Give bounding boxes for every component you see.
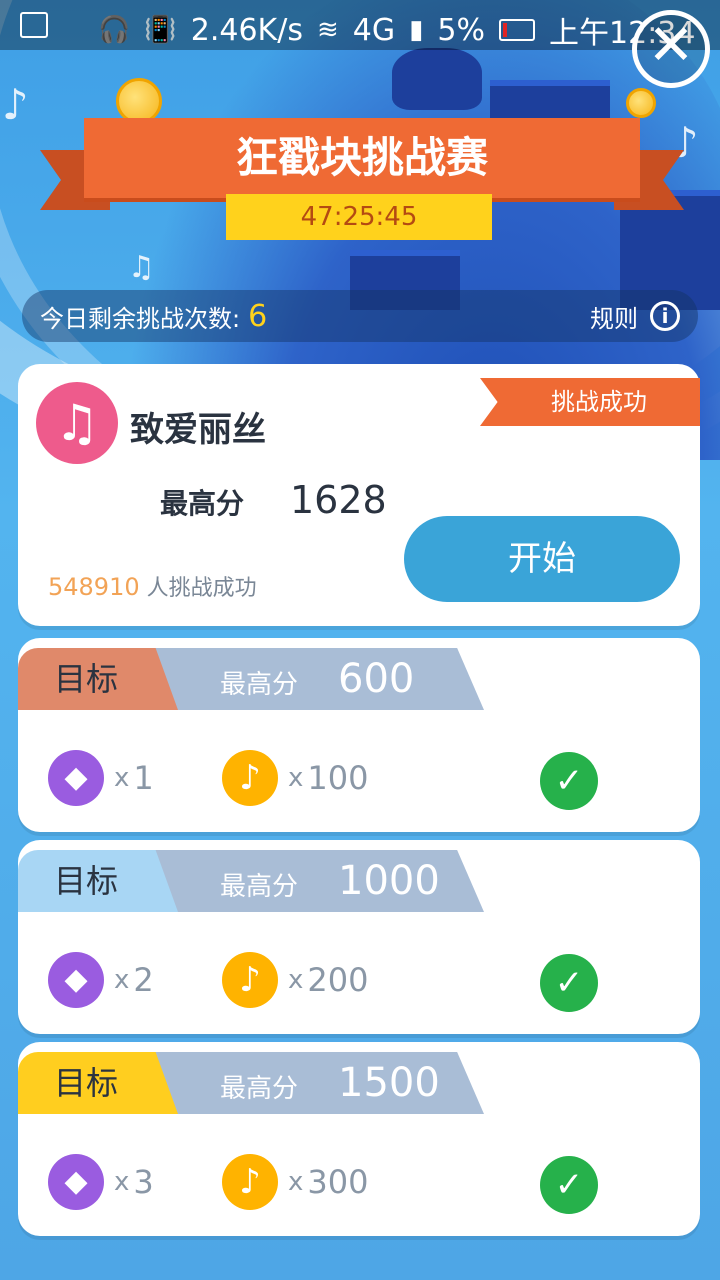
success-label: 人挑战成功 (146, 576, 257, 601)
check-icon: ✓ (540, 752, 598, 810)
network-type: 4G (352, 12, 396, 48)
gem-reward: ◆ x 3 (48, 1154, 154, 1210)
close-button[interactable]: ✕ (632, 10, 710, 88)
goal-card: 最高分 1500 目标 ◆ x 3 ♪ x 300 ✓ (18, 1042, 700, 1236)
vibrate-icon: 📳 (144, 15, 177, 45)
reward-multiplier: x (114, 763, 130, 793)
note-quantity: 300 (307, 1163, 369, 1201)
ninja-mascot-icon (392, 48, 482, 110)
song-card: ♫ 致爱丽丝 挑战成功 最高分 1628 开始 548910 人挑战成功 (18, 364, 700, 626)
goal-tag: 目标 (18, 850, 178, 912)
note-reward: ♪ x 100 (222, 750, 368, 806)
diamond-icon: ◆ (48, 952, 104, 1008)
headphones-icon: 🎧 (98, 15, 131, 45)
goal-score-value: 1000 (338, 858, 440, 904)
image-icon (20, 12, 48, 38)
diamond-icon: ◆ (48, 1154, 104, 1210)
goal-score-value: 1500 (338, 1060, 440, 1106)
reward-multiplier: x (114, 965, 130, 995)
goal-score-bar: 最高分 600 (148, 648, 484, 710)
music-note-coin-icon: ♪ (222, 750, 278, 806)
rules-button[interactable]: 规则 i (590, 299, 680, 334)
music-note-icon: ♫ (36, 382, 118, 464)
goal-score-label: 最高分 (220, 670, 299, 700)
attempts-bar: 今日剩余挑战次数: 6 规则 i (22, 290, 698, 342)
goal-score-value: 600 (338, 656, 415, 702)
status-bar: 🎧 📳 2.46K/s ≋ 4G ▮ 5% 上午12:34 (0, 0, 720, 52)
check-icon: ✓ (540, 1156, 598, 1214)
note-reward: ♪ x 300 (222, 1154, 368, 1210)
note-quantity: 100 (307, 759, 369, 797)
info-icon: i (650, 301, 680, 331)
success-count: 548910 (48, 573, 140, 601)
battery-percent: 5% (437, 12, 486, 48)
attempts-label: 今日剩余挑战次数: (40, 304, 241, 333)
goal-card: 最高分 600 目标 ◆ x 1 ♪ x 100 ✓ (18, 638, 700, 832)
coin-decoration-icon (626, 88, 656, 118)
countdown-timer: 47:25:45 (226, 194, 492, 240)
battery-icon (499, 19, 536, 41)
gem-quantity: 1 (133, 759, 154, 797)
goal-card: 最高分 1000 目标 ◆ x 2 ♪ x 200 ✓ (18, 840, 700, 1034)
reward-multiplier: x (114, 1167, 130, 1197)
start-button[interactable]: 开始 (404, 516, 680, 602)
attempts-count: 6 (248, 298, 268, 334)
goal-score-bar: 最高分 1000 (148, 850, 484, 912)
network-speed: 2.46K/s (190, 12, 303, 48)
signal-icon: ▮ (409, 15, 424, 45)
music-note-coin-icon: ♪ (222, 1154, 278, 1210)
diamond-icon: ◆ (48, 750, 104, 806)
note-quantity: 200 (307, 961, 369, 999)
success-count-text: 548910 人挑战成功 (48, 570, 257, 602)
gem-quantity: 2 (133, 961, 154, 999)
check-icon: ✓ (540, 954, 598, 1012)
goal-score-label: 最高分 (220, 1074, 299, 1104)
goal-score-label: 最高分 (220, 872, 299, 902)
wifi-icon: ≋ (316, 15, 339, 45)
rules-label: 规则 (590, 304, 638, 333)
status-items: 🎧 📳 2.46K/s ≋ 4G ▮ 5% 上午12:34 (98, 8, 695, 52)
best-score-label: 最高分 (160, 487, 245, 520)
reward-multiplier: x (288, 763, 304, 793)
gem-reward: ◆ x 1 (48, 750, 154, 806)
reward-multiplier: x (288, 965, 304, 995)
song-title: 致爱丽丝 (130, 410, 266, 450)
best-score-value: 1628 (290, 478, 387, 522)
status-badge: 挑战成功 (480, 378, 700, 426)
music-note-coin-icon: ♪ (222, 952, 278, 1008)
goal-score-bar: 最高分 1500 (148, 1052, 484, 1114)
gem-quantity: 3 (133, 1163, 154, 1201)
music-note-decoration-icon: ♪ (2, 80, 29, 129)
goal-tag: 目标 (18, 648, 178, 710)
gem-reward: ◆ x 2 (48, 952, 154, 1008)
note-reward: ♪ x 200 (222, 952, 368, 1008)
event-title: 狂戳块挑战赛 (84, 118, 640, 198)
reward-multiplier: x (288, 1167, 304, 1197)
close-icon: ✕ (647, 13, 695, 78)
goal-tag: 目标 (18, 1052, 178, 1114)
music-note-decoration-icon: ♫ (128, 250, 155, 285)
